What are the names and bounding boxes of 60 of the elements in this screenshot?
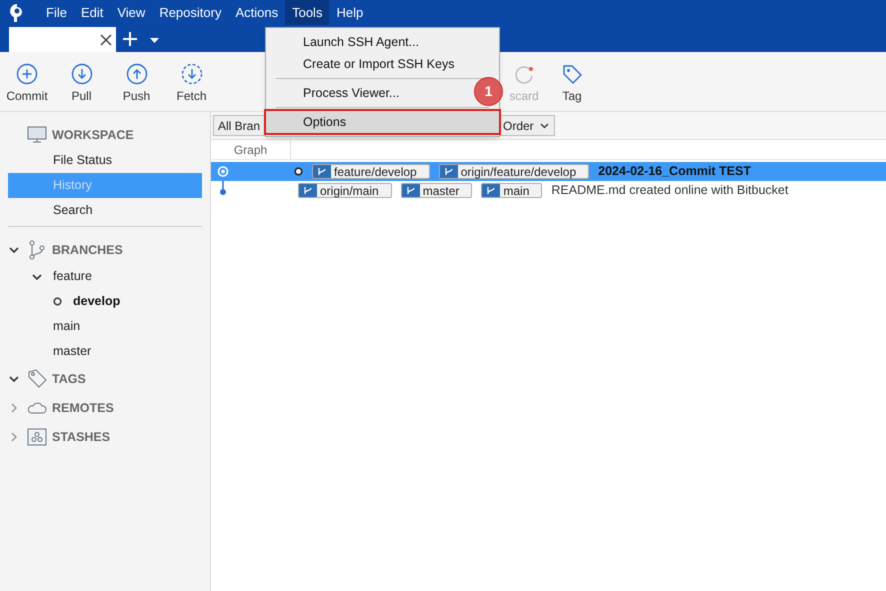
section-header[interactable]: TAGS <box>52 370 86 388</box>
branch-label: feature/develop <box>312 164 430 179</box>
branch-label: master <box>400 183 472 198</box>
branch-label: origin/feature/develop <box>438 164 590 179</box>
chevron-down-icon[interactable] <box>8 247 18 253</box>
branch-label: main <box>481 183 542 198</box>
menu-item[interactable]: Help <box>329 0 370 25</box>
monitor-icon <box>27 125 47 145</box>
push-button[interactable]: Push <box>109 52 164 111</box>
sort-order-dropdown[interactable]: Order <box>498 115 555 136</box>
menu-item[interactable]: Options <box>266 111 499 133</box>
menu-item[interactable]: Process Viewer... <box>266 82 404 104</box>
section-header[interactable]: REMOTES <box>52 398 114 418</box>
app-logo-icon <box>9 2 25 22</box>
branch-item[interactable]: develop <box>73 292 120 311</box>
branch-icon <box>482 184 500 197</box>
branch-label: origin/main <box>298 183 392 198</box>
commit-message: README.md created online with Bitbucket <box>551 182 788 200</box>
section-header[interactable]: WORKSPACE <box>52 126 134 144</box>
chevron-down-icon[interactable] <box>8 376 18 382</box>
menu-item[interactable]: View <box>110 0 152 25</box>
chevron-right-icon[interactable] <box>10 432 16 442</box>
sidebar-item[interactable]: Search <box>8 198 202 223</box>
branch-icon <box>27 240 47 260</box>
tag-icon <box>561 63 583 85</box>
menu-item[interactable]: Actions <box>228 0 286 25</box>
chevron-down-icon <box>540 122 549 128</box>
commit-message: 2024-02-16_Commit TEST <box>598 163 751 180</box>
commit-button[interactable]: Commit <box>0 52 54 111</box>
tag-icon <box>27 369 47 389</box>
branch-item[interactable]: feature <box>53 267 92 286</box>
menu-item[interactable]: Repository <box>152 0 228 25</box>
fetch-button[interactable]: Fetch <box>164 52 219 111</box>
menu-item[interactable]: Create or Import SSH Keys <box>266 53 458 75</box>
branch-icon <box>313 165 331 178</box>
sidebar-item[interactable]: File Status <box>8 148 202 173</box>
plus-icon <box>16 63 38 85</box>
dropdown-caret-icon[interactable] <box>150 38 159 43</box>
section-header[interactable]: BRANCHES <box>52 240 123 260</box>
branch-icon <box>440 165 458 178</box>
branch-icon <box>299 184 317 197</box>
commit-row[interactable]: feature/develop origin/feature/develop 2024-02-16_Commit TEST <box>211 162 886 181</box>
head-marker-icon <box>294 167 303 176</box>
pull-button[interactable]: Pull <box>54 52 109 111</box>
section-header[interactable]: STASHES <box>52 428 110 446</box>
menu-item[interactable]: File <box>39 0 74 25</box>
branch-icon <box>402 184 420 197</box>
menu-item[interactable]: Tools <box>285 0 330 25</box>
tag-button[interactable]: Tag <box>542 52 602 111</box>
chevron-down-icon[interactable] <box>32 274 42 280</box>
column-header[interactable]: Graph <box>211 140 291 159</box>
stash-icon <box>27 427 47 447</box>
branch-item[interactable]: main <box>53 317 80 336</box>
chevron-right-icon[interactable] <box>10 403 16 413</box>
menu-item[interactable]: Launch SSH Agent... <box>266 31 424 53</box>
new-tab-icon[interactable] <box>122 31 138 47</box>
commit-row[interactable]: origin/main master main README.md created online with Bitbucket <box>211 181 886 200</box>
branch-item[interactable]: master <box>53 342 92 361</box>
close-icon[interactable] <box>100 34 112 46</box>
menu-item[interactable]: Edit <box>74 0 110 25</box>
